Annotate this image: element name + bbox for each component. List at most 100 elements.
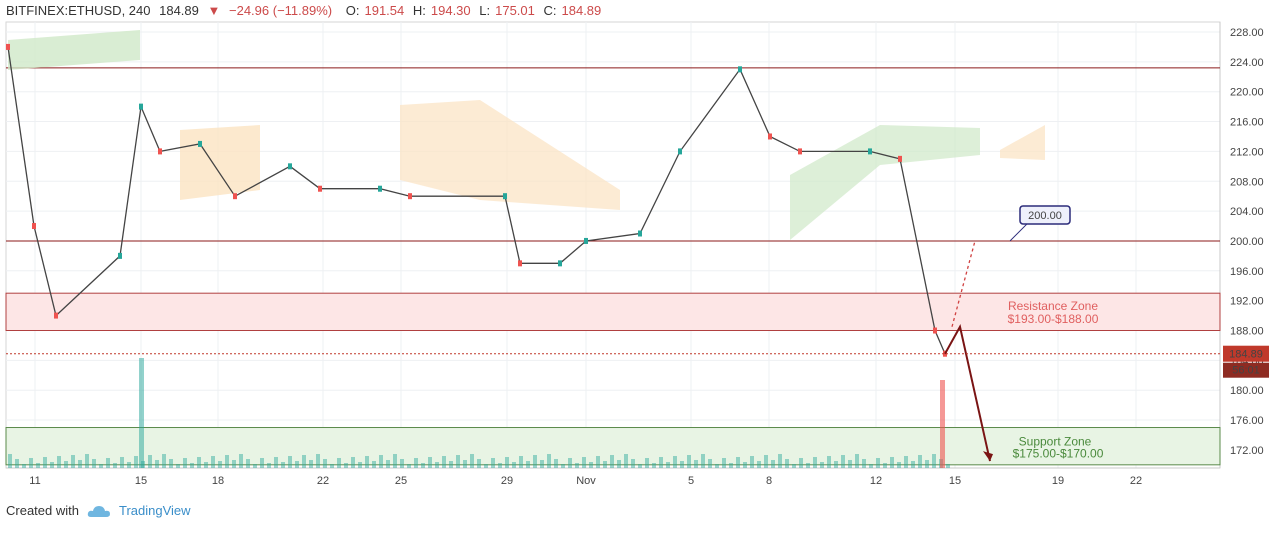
volume-bar [43, 457, 47, 468]
y-tick-label: 200.00 [1230, 236, 1264, 248]
volume-bar [890, 457, 894, 468]
volume-bar [771, 460, 775, 468]
x-tick-label: 29 [501, 475, 513, 487]
volume-bar [456, 455, 460, 468]
volume-bar [281, 462, 285, 468]
y-tick-label: 216.00 [1230, 117, 1264, 129]
candle-marker [32, 223, 36, 230]
volume-bar [841, 455, 845, 468]
candle-marker [233, 193, 237, 200]
down-triangle-icon: ▼ [207, 3, 221, 18]
x-tick-label: 25 [395, 475, 407, 487]
volume-bar [477, 459, 481, 468]
created-with-label: Created with [6, 503, 79, 518]
volume-bar [379, 455, 383, 468]
volume-bar [120, 457, 124, 468]
y-tick-label: 196.00 [1230, 266, 1264, 278]
resistance-zone-title: Resistance Zone [1008, 299, 1098, 313]
y-tick-label: 192.00 [1230, 296, 1264, 308]
volume-bar [309, 460, 313, 468]
volume-bar [15, 459, 19, 468]
volume-bar [113, 463, 117, 468]
volume-bar [940, 380, 945, 468]
candle-marker [518, 260, 522, 267]
volume-bar [407, 464, 411, 468]
volume-bar [659, 457, 663, 468]
x-tick-label: 19 [1052, 475, 1064, 487]
candle-marker [6, 43, 10, 50]
volume-bar [610, 455, 614, 468]
x-tick-label: 8 [766, 475, 772, 487]
volume-bar [85, 454, 89, 468]
volume-bar [372, 461, 376, 468]
volume-bar [498, 463, 502, 468]
volume-bar [323, 459, 327, 468]
x-tick-label: 22 [1130, 475, 1142, 487]
volume-bar [820, 462, 824, 468]
volume-bar [687, 455, 691, 468]
volume-bar [883, 463, 887, 468]
volume-bar [596, 456, 600, 468]
volume-bar [330, 464, 334, 468]
volume-bar [274, 457, 278, 468]
volume-bar [358, 462, 362, 468]
volume-bar [71, 455, 75, 468]
volume-bar [225, 455, 229, 468]
y-tick-label: 176.00 [1230, 415, 1264, 427]
volume-bar [106, 458, 110, 468]
volume-bar [666, 462, 670, 468]
volume-bar [239, 454, 243, 468]
y-tick-label: 228.00 [1230, 27, 1264, 39]
close-label: C: [543, 3, 557, 18]
volume-bar [778, 454, 782, 468]
volume-bar [526, 461, 530, 468]
volume-bar [386, 460, 390, 468]
candle-marker [738, 66, 742, 73]
candle-marker [318, 185, 322, 192]
volume-bar [645, 458, 649, 468]
volume-bar [428, 457, 432, 468]
low-value: 175.01 [495, 3, 535, 18]
volume-bar [638, 464, 642, 468]
volume-bar [855, 454, 859, 468]
volume-bar [505, 457, 509, 468]
volume-bar [799, 458, 803, 468]
candle-marker [868, 148, 872, 155]
candle-marker [158, 148, 162, 155]
last-price: 184.89 [159, 3, 199, 18]
volume-bar [218, 461, 222, 468]
volume-bar [743, 462, 747, 468]
y-tick-label: 172.00 [1230, 445, 1264, 457]
volume-bar [603, 461, 607, 468]
volume-bar [813, 457, 817, 468]
volume-bar [722, 458, 726, 468]
volume-bar [36, 463, 40, 468]
candle-marker [118, 252, 122, 259]
volume-bar [925, 460, 929, 468]
volume-bar [764, 455, 768, 468]
volume-bar [351, 457, 355, 468]
chart-stage: 228.00 224.00 220.00 216.00 212.00 208.00 204.… [0, 0, 1274, 529]
volume-bar [169, 459, 173, 468]
tradingview-cloud-icon[interactable] [87, 504, 111, 518]
volume-bar [568, 458, 572, 468]
open-value: 191.54 [364, 3, 405, 18]
volume-bar [155, 460, 159, 468]
volume-bar [582, 457, 586, 468]
candle-marker [288, 163, 292, 170]
tradingview-link[interactable]: TradingView [119, 503, 191, 518]
volume-bar [183, 458, 187, 468]
volume-bar [197, 457, 201, 468]
volume-bar [897, 462, 901, 468]
volume-bar [148, 455, 152, 468]
symbol-label: BITFINEX:ETHUSD, 240 [6, 3, 151, 18]
volume-bar [78, 460, 82, 468]
volume-bar [792, 464, 796, 468]
resistance-zone-range: $193.00-$188.00 [1008, 312, 1099, 326]
x-tick-label: 12 [870, 475, 882, 487]
volume-bar [162, 454, 166, 468]
volume-bar [491, 458, 495, 468]
x-tick-label: 22 [317, 475, 329, 487]
volume-bar [701, 454, 705, 468]
volume-bar [848, 460, 852, 468]
